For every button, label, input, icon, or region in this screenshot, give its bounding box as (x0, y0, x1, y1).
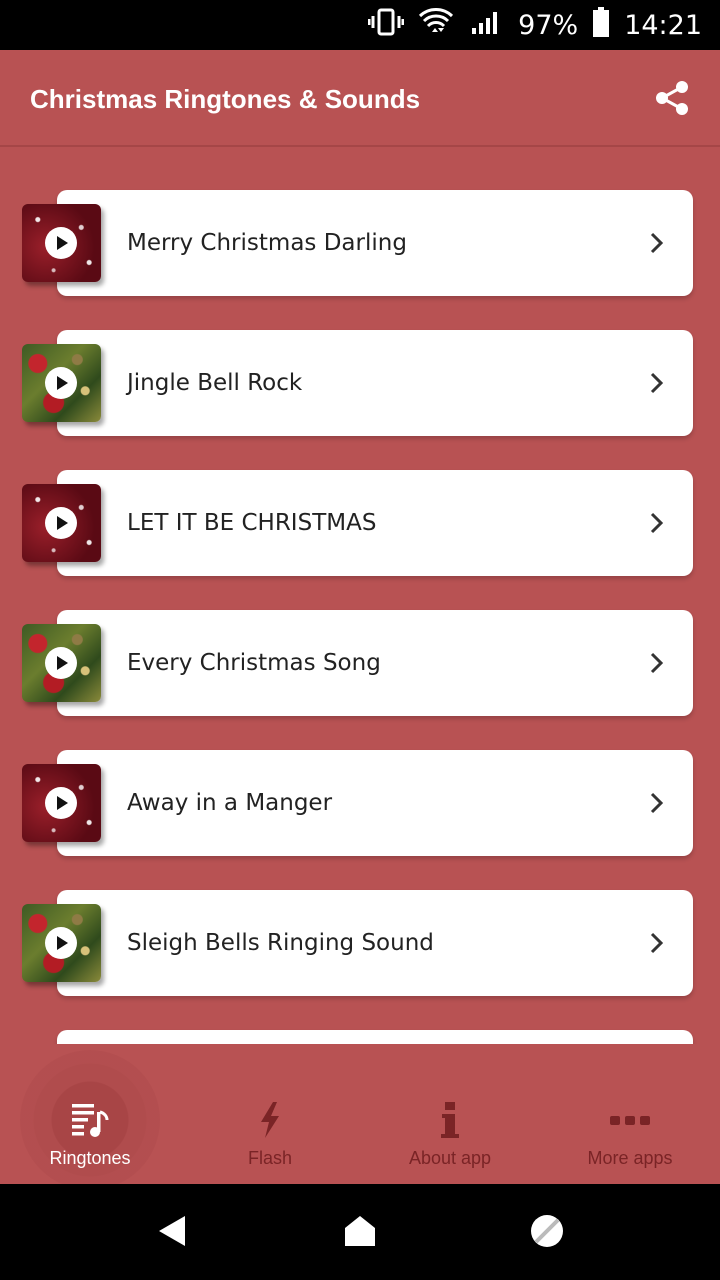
chevron-right-icon (647, 511, 667, 535)
play-icon[interactable] (44, 926, 78, 960)
ringtone-title: Merry Christmas Darling (127, 230, 407, 256)
ringtone-title: Sleigh Bells Ringing Sound (127, 930, 434, 956)
wifi-icon (418, 6, 454, 45)
play-icon[interactable] (44, 646, 78, 680)
ringtone-title: Away in a Manger (127, 790, 333, 816)
play-icon[interactable] (44, 506, 78, 540)
bottom-navigation: Ringtones Flash About app More apps (0, 1044, 720, 1190)
share-icon[interactable] (654, 80, 690, 116)
music-list-icon (70, 1100, 110, 1140)
system-navigation-bar (0, 1184, 720, 1280)
info-icon (430, 1100, 470, 1140)
ringtone-card[interactable]: Every Christmas Song (57, 610, 693, 716)
nav-label: About app (408, 1148, 492, 1168)
app-bar: Christmas Ringtones & Sounds (0, 50, 720, 147)
clock: 14:21 (624, 9, 702, 41)
signal-icon (468, 8, 504, 43)
back-icon[interactable] (155, 1214, 189, 1248)
ringtone-card[interactable] (57, 1030, 693, 1044)
list-item[interactable]: Sleigh Bells Ringing Sound (22, 890, 694, 998)
flash-icon (250, 1100, 290, 1140)
play-icon[interactable] (44, 366, 78, 400)
more-icon (610, 1100, 650, 1140)
ringtone-list[interactable]: Merry Christmas Darling Jingle Bell Rock… (0, 147, 720, 1044)
ringtone-title: LET IT BE CHRISTMAS (127, 510, 377, 536)
app-title: Christmas Ringtones & Sounds (30, 84, 421, 114)
chevron-right-icon (647, 231, 667, 255)
nav-more-apps[interactable]: More apps (540, 1044, 720, 1184)
home-icon[interactable] (343, 1214, 377, 1248)
ringtone-card[interactable]: Jingle Bell Rock (57, 330, 693, 436)
play-icon[interactable] (44, 226, 78, 260)
ringtone-thumbnail[interactable] (22, 344, 101, 422)
chevron-right-icon (647, 931, 667, 955)
nav-label: Ringtones (49, 1148, 131, 1168)
ringtone-thumbnail[interactable] (22, 624, 101, 702)
status-bar: 97% 14:21 (0, 0, 720, 50)
chevron-right-icon (647, 371, 667, 395)
list-item[interactable]: Away in a Manger (22, 750, 694, 858)
list-item[interactable]: Jingle Bell Rock (22, 330, 694, 438)
nav-ringtones[interactable]: Ringtones (0, 1044, 180, 1190)
nav-label: More apps (587, 1148, 673, 1168)
play-icon[interactable] (44, 786, 78, 820)
list-item[interactable] (22, 1030, 694, 1044)
ringtone-thumbnail[interactable] (22, 764, 101, 842)
chevron-right-icon (647, 651, 667, 675)
ringtone-thumbnail[interactable] (22, 204, 101, 282)
nav-flash[interactable]: Flash (180, 1044, 360, 1184)
ringtone-card[interactable]: Merry Christmas Darling (57, 190, 693, 296)
ringtone-title: Jingle Bell Rock (127, 370, 303, 396)
ringtone-card[interactable]: Sleigh Bells Ringing Sound (57, 890, 693, 996)
ringtone-thumbnail[interactable] (22, 904, 101, 982)
list-item[interactable]: LET IT BE CHRISTMAS (22, 470, 694, 578)
list-item[interactable]: Merry Christmas Darling (22, 190, 694, 298)
ringtone-card[interactable]: LET IT BE CHRISTMAS (57, 470, 693, 576)
battery-icon (592, 6, 610, 44)
ringtone-card[interactable]: Away in a Manger (57, 750, 693, 856)
chevron-right-icon (647, 791, 667, 815)
vibrate-icon (367, 8, 405, 43)
nav-label: Flash (247, 1148, 292, 1168)
ringtone-title: Every Christmas Song (127, 650, 381, 676)
list-item[interactable]: Every Christmas Song (22, 610, 694, 718)
battery-percent: 97% (518, 9, 579, 41)
nav-about-app[interactable]: About app (360, 1044, 540, 1184)
ringtone-thumbnail[interactable] (22, 484, 101, 562)
recents-icon[interactable] (530, 1214, 564, 1248)
